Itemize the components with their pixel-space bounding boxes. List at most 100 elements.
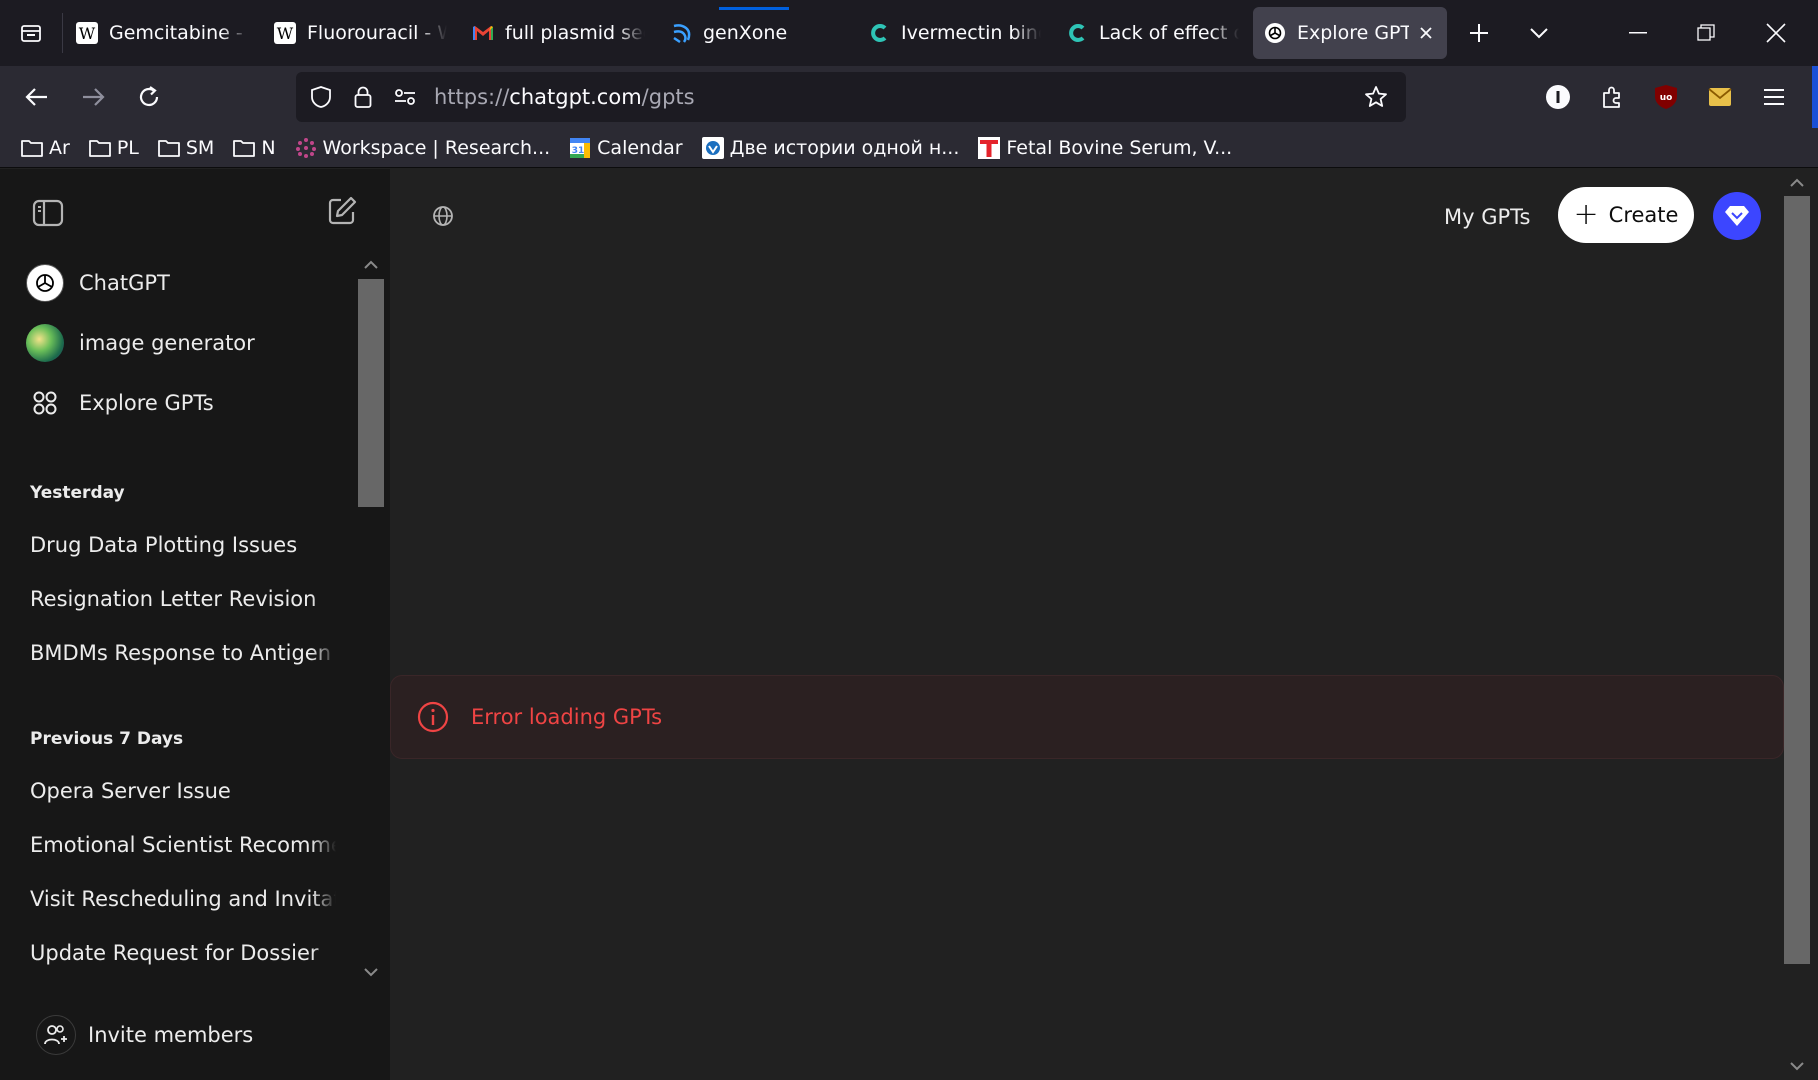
chat-item[interactable]: Emotional Scientist Recommendations <box>30 823 336 867</box>
lock-icon[interactable] <box>342 72 384 122</box>
error-message: Error loading GPTs <box>471 705 663 729</box>
compose-icon <box>328 196 357 225</box>
svg-text:W: W <box>79 24 96 43</box>
mail-extension-button[interactable] <box>1696 72 1744 122</box>
restore-button[interactable] <box>1672 0 1740 66</box>
chat-item[interactable]: Drug Data Plotting Issues <box>30 523 336 567</box>
info-icon <box>1546 85 1570 109</box>
tab-explore-gpts[interactable]: Explore GPTs <box>1253 7 1447 59</box>
chat-item[interactable]: Opera Server Issue <box>30 769 336 813</box>
sidebar-scrollbar-thumb[interactable] <box>358 279 384 507</box>
chat-item[interactable]: Update Request for Dossier <box>30 931 336 975</box>
tab-title: full plasmid sequence <box>505 22 645 44</box>
chat-item[interactable]: Visit Rescheduling and Invitation <box>30 877 336 921</box>
bookmark-folder-ar[interactable]: Ar <box>16 130 74 166</box>
tab-gemcitabine[interactable]: W Gemcitabine - Wikipedia <box>65 7 259 59</box>
hamburger-icon <box>1764 89 1784 105</box>
bookmarks-toolbar: Ar PL SM N Workspace | Research... 31 Ca… <box>0 128 1818 168</box>
language-globe-button[interactable] <box>430 203 456 229</box>
chat-item[interactable]: Resignation Letter Revision <box>30 577 336 621</box>
tab-genxone[interactable]: genXone <box>659 7 853 59</box>
bookmark-dve-istorii[interactable]: Две истории одной н... <box>697 130 964 166</box>
calendar-icon: 31 <box>568 136 592 160</box>
list-all-tabs-button[interactable] <box>1509 0 1569 66</box>
scroll-down-arrow-icon[interactable] <box>362 963 380 981</box>
app-menu-button[interactable] <box>1750 72 1798 122</box>
tab-strip: W Gemcitabine - Wikipedia W Fluorouracil… <box>0 0 1818 66</box>
new-chat-button[interactable] <box>322 191 362 231</box>
genxone-icon <box>669 21 693 45</box>
bookmark-label: N <box>261 136 276 159</box>
tab-title: genXone <box>703 22 788 44</box>
plus-icon: + <box>1573 197 1599 232</box>
create-gpt-button[interactable]: + Create <box>1558 187 1694 243</box>
error-info-icon <box>417 701 449 733</box>
bookmark-label: Calendar <box>597 136 683 159</box>
ublock-extension-button[interactable]: uo <box>1642 72 1690 122</box>
tab-gmail[interactable]: full plasmid sequence <box>461 7 655 59</box>
folder-icon <box>232 136 256 160</box>
forward-button[interactable] <box>66 70 120 124</box>
sidebar-item-label: Explore GPTs <box>79 391 214 415</box>
minimize-icon <box>1629 32 1647 34</box>
close-icon <box>1766 23 1786 43</box>
tab-fluorouracil[interactable]: W Fluorouracil - Wikipedia <box>263 7 457 59</box>
scroll-up-arrow-icon[interactable] <box>362 255 380 273</box>
url-scheme: https:// <box>434 85 510 109</box>
page-scroll-down-icon[interactable] <box>1789 1058 1805 1074</box>
reload-button[interactable] <box>122 70 176 124</box>
bookmark-folder-pl[interactable]: PL <box>84 130 143 166</box>
arrow-left-icon <box>25 88 47 106</box>
bookmark-label: Две истории одной н... <box>729 136 960 159</box>
permissions-icon[interactable] <box>384 72 426 122</box>
restore-icon <box>1697 24 1715 41</box>
envelope-icon <box>1708 88 1732 106</box>
tab-title: Ivermectin binds <box>901 22 1041 44</box>
profile-avatar-button[interactable] <box>1713 192 1761 240</box>
svg-text:uo: uo <box>1660 93 1673 103</box>
bookmark-fetal-bovine-serum[interactable]: Fetal Bovine Serum, V... <box>973 130 1236 166</box>
firefox-view-button[interactable] <box>0 0 62 66</box>
firefox-view-icon <box>21 25 41 42</box>
wikipedia-icon: W <box>75 21 99 45</box>
page-scroll-up-icon[interactable] <box>1789 174 1805 190</box>
sidebar-item-explore-gpts[interactable]: Explore GPTs <box>26 378 346 428</box>
bookmark-star-icon[interactable] <box>1356 72 1396 122</box>
consensus-icon <box>867 21 891 45</box>
minimize-button[interactable] <box>1604 0 1672 66</box>
extensions-button[interactable] <box>1588 72 1636 122</box>
address-bar[interactable]: https://chatgpt.com/gpts <box>296 72 1406 122</box>
tab-lack-of-effect[interactable]: Lack of effect of <box>1055 7 1249 59</box>
create-label: Create <box>1608 203 1679 227</box>
bookmark-calendar[interactable]: 31 Calendar <box>564 130 686 166</box>
shield-icon[interactable] <box>300 72 342 122</box>
error-banner: Error loading GPTs <box>390 675 1784 759</box>
bookmark-label: PL <box>116 136 139 159</box>
info-extension-button[interactable] <box>1534 72 1582 122</box>
wikipedia-icon: W <box>273 21 297 45</box>
bookmark-workspace[interactable]: Workspace | Research... <box>290 130 555 166</box>
sidebar-item-image-generator[interactable]: image generator <box>26 318 346 368</box>
sidebar: ChatGPT image generator Explore GPTs Yes… <box>0 169 390 1080</box>
new-tab-button[interactable] <box>1449 0 1509 66</box>
url-text[interactable]: https://chatgpt.com/gpts <box>434 85 695 109</box>
openai-icon <box>26 264 64 302</box>
chat-item[interactable]: BMDMs Response to Antigen <box>30 631 336 675</box>
sidebar-item-chatgpt[interactable]: ChatGPT <box>26 258 346 308</box>
my-gpts-link[interactable]: My GPTs <box>1444 205 1530 229</box>
toggle-sidebar-button[interactable] <box>28 193 68 233</box>
tab-ivermectin[interactable]: Ivermectin binds <box>857 7 1051 59</box>
sidebar-toggle-icon <box>32 199 64 227</box>
bookmark-folder-sm[interactable]: SM <box>153 130 218 166</box>
chevron-down-icon <box>1530 28 1548 39</box>
invite-members-button[interactable]: Invite members <box>36 1007 336 1063</box>
t-logo-icon <box>977 136 1001 160</box>
bookmark-folder-n[interactable]: N <box>228 130 279 166</box>
close-tab-icon[interactable] <box>1415 22 1437 44</box>
close-window-button[interactable] <box>1742 0 1810 66</box>
grid-icon <box>26 384 64 422</box>
page-scrollbar-thumb[interactable] <box>1784 196 1810 964</box>
folder-icon <box>88 136 112 160</box>
sidebar-item-label: ChatGPT <box>79 271 170 295</box>
back-button[interactable] <box>10 70 64 124</box>
